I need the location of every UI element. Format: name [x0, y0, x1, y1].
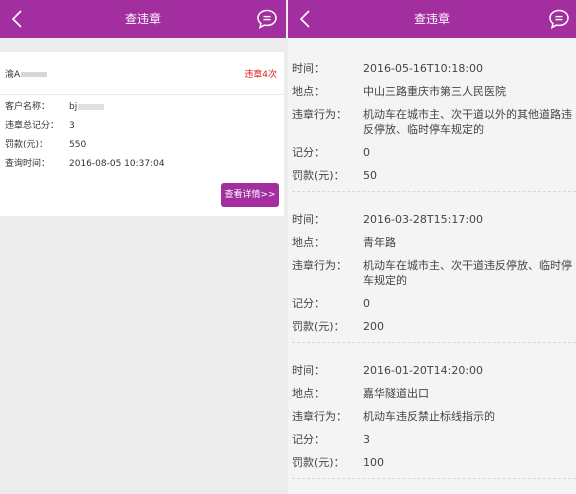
behavior-label: 违章行为： — [292, 108, 347, 121]
points-label: 记分： — [292, 433, 325, 446]
customer-label: 客户名称： — [5, 102, 51, 112]
fine-label: 罚款(元)： — [5, 140, 49, 150]
message-button[interactable] — [547, 7, 571, 31]
page-title: 查违章 — [124, 12, 161, 26]
summary-screen: 查违章 渝A 违章4次 客户名称： bj 违章总记分： 3 罚款(元)： 550 查询… — [0, 0, 286, 494]
points-value: 3 — [363, 433, 370, 446]
record-divider — [292, 342, 576, 343]
fine-label: 罚款(元)： — [292, 320, 345, 333]
time-label: 时间： — [292, 213, 325, 226]
fine-value: 200 — [363, 320, 384, 333]
redacted-name-mask — [78, 103, 105, 110]
behavior-label: 违章行为： — [292, 410, 347, 423]
view-details-button[interactable]: 查看详情>> — [221, 183, 279, 207]
record-divider — [292, 478, 576, 479]
customer-value: bj — [69, 102, 78, 112]
fine-value: 550 — [69, 140, 87, 150]
chat-bubble-icon — [257, 9, 277, 29]
points-row: 违章总记分： 3 — [5, 120, 75, 132]
fine-row: 罚款(元)： 550 — [5, 139, 86, 151]
behavior-value: 机动车违反禁止标线指示的 — [363, 410, 495, 423]
customer-row: 客户名称： bj — [5, 101, 105, 113]
points-label: 记分： — [292, 297, 325, 310]
behavior-label: 违章行为： — [292, 259, 347, 272]
fine-value: 100 — [363, 456, 384, 469]
violation-count: 违章4次 — [244, 70, 277, 80]
behavior-value: 机动车在城市主、次干道违反停放、临时停车规定的 — [363, 259, 572, 287]
query-time-value: 2016-08-05 10:37:04 — [69, 159, 165, 169]
time-label: 时间： — [292, 364, 325, 377]
place-label: 地点： — [292, 236, 325, 249]
query-time-row: 查询时间： 2016-08-05 10:37:04 — [5, 158, 165, 170]
title-bar: 查违章 — [288, 0, 576, 38]
place-value: 青年路 — [363, 236, 396, 249]
points-value: 0 — [363, 297, 370, 310]
place-value: 嘉华隧道出口 — [363, 387, 429, 400]
behavior-value: 机动车在城市主、次干道以外的其他道路违反停放、临时停车规定的 — [363, 108, 572, 136]
query-time-label: 查询时间： — [5, 159, 51, 169]
record-divider — [292, 191, 576, 192]
detail-screen: 查违章 时间： 2016-05-16T10:18:00 地点： 中山三路重庆市第… — [288, 0, 576, 494]
fine-label: 罚款(元)： — [292, 456, 345, 469]
points-label: 记分： — [292, 146, 325, 159]
plate-number: 渝A — [5, 67, 48, 80]
time-value: 2016-05-16T10:18:00 — [363, 62, 484, 75]
message-button[interactable] — [255, 7, 279, 31]
place-label: 地点： — [292, 85, 325, 98]
card-divider — [0, 94, 284, 95]
points-value: 3 — [69, 121, 75, 131]
page-title: 查违章 — [413, 12, 450, 26]
fine-value: 50 — [363, 169, 377, 182]
fine-label: 罚款(元)： — [292, 169, 345, 182]
points-value: 0 — [363, 146, 370, 159]
points-label: 违章总记分： — [5, 121, 60, 131]
time-value: 2016-03-28T15:17:00 — [363, 213, 484, 226]
place-label: 地点： — [292, 387, 325, 400]
time-value: 2016-01-20T14:20:00 — [363, 364, 484, 377]
place-value: 中山三路重庆市第三人民医院 — [363, 85, 506, 98]
redacted-plate-mask — [21, 72, 48, 77]
time-label: 时间： — [292, 62, 325, 75]
title-bar: 查违章 — [0, 0, 286, 38]
chat-bubble-icon — [549, 9, 569, 29]
